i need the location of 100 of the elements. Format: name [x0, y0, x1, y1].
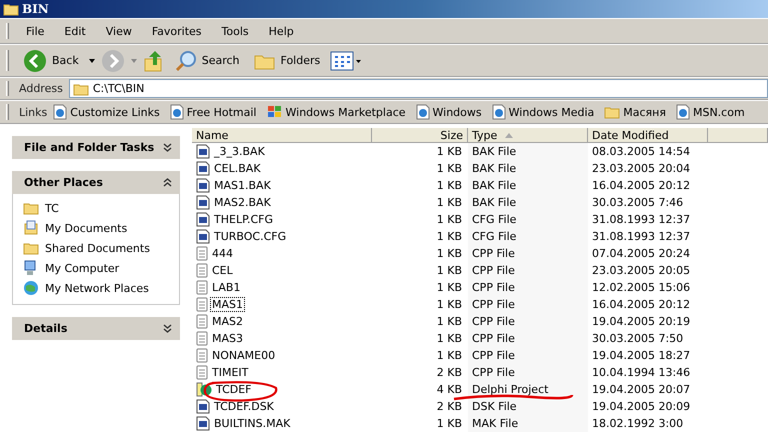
date-cell-text: 23.03.2005 20:04	[591, 161, 692, 177]
text-file-icon	[196, 263, 208, 278]
address-field[interactable]: C:\TC\BIN	[68, 79, 768, 98]
file-name[interactable]: THELP.CFG	[213, 213, 274, 226]
search-icon	[174, 50, 197, 72]
search-button[interactable]: Search	[170, 48, 244, 74]
menu-item[interactable]: File	[19, 22, 52, 40]
expand-icon[interactable]	[163, 143, 172, 152]
link-item[interactable]: Customize Links	[53, 104, 160, 120]
date-cell-text: 30.03.2005 7:50	[591, 331, 684, 347]
file-name[interactable]: CEL	[211, 264, 234, 277]
date-cell-text: 10.04.1994 13:46	[591, 365, 692, 381]
file-name[interactable]: _3_3.BAK	[213, 145, 266, 158]
column-header[interactable]: Date Modified	[588, 128, 708, 142]
menu-item[interactable]: Tools	[214, 22, 256, 40]
file-name[interactable]: CEL.BAK	[213, 162, 262, 175]
text-file-icon	[196, 280, 208, 295]
back-button[interactable]: Back	[19, 46, 83, 74]
place-link[interactable]: Shared Documents	[23, 240, 169, 256]
size-cell-text: 1 KB	[436, 161, 463, 177]
program-file-icon	[196, 161, 210, 176]
documents-icon	[23, 220, 39, 236]
file-name[interactable]: TIMEIT	[211, 366, 250, 379]
file-name[interactable]: MAS3	[211, 332, 244, 345]
size-cell-text: 1 KB	[436, 178, 463, 194]
address-label: Address	[19, 82, 63, 95]
folder-icon	[23, 201, 39, 215]
text-file-icon	[196, 365, 208, 380]
date-cell-text: 16.04.2005 20:12	[591, 178, 692, 194]
column-header[interactable]: Type	[468, 128, 588, 142]
menu-item[interactable]: Edit	[57, 22, 93, 40]
program-file-icon	[196, 399, 210, 414]
date-cell-text: 16.04.2005 20:12	[591, 297, 692, 313]
type-cell: CPP File	[468, 364, 588, 381]
file-name[interactable]: TURBOC.CFG	[213, 230, 288, 243]
link-item[interactable]: Windows Marketplace	[266, 105, 406, 119]
size-cell-text: 1 KB	[436, 297, 463, 313]
web-page-icon	[416, 104, 430, 120]
size-cell-text: 1 KB	[436, 314, 463, 330]
size-cell-text: 1 KB	[436, 416, 463, 432]
file-name[interactable]: BUILTINS.MAK	[213, 417, 292, 430]
file-name[interactable]: TCDEF	[215, 383, 253, 396]
web-page-icon	[170, 104, 184, 120]
size-cell-text: 1 KB	[436, 348, 463, 364]
size-cell-text: 1 KB	[436, 280, 463, 296]
file-name[interactable]: NONAME00	[211, 349, 276, 362]
globe-file-icon	[196, 382, 212, 397]
menu-item[interactable]: View	[98, 22, 139, 40]
menu-item[interactable]: Favorites	[144, 22, 209, 40]
file-name[interactable]: 444	[211, 247, 234, 260]
link-item[interactable]: MSN.com	[676, 104, 745, 120]
link-item[interactable]: Windows Media	[492, 104, 594, 120]
date-cell-text: 19.04.2005 20:19	[591, 314, 692, 330]
panel-header[interactable]: Other Places	[12, 171, 180, 194]
place-link[interactable]: TC	[23, 200, 169, 216]
program-file-icon	[196, 144, 210, 159]
collapse-icon[interactable]	[163, 178, 172, 187]
file-name[interactable]: MAS2.BAK	[213, 196, 272, 209]
network-icon	[23, 280, 39, 296]
text-file-icon	[196, 348, 208, 363]
text-file-icon	[196, 314, 208, 329]
place-link[interactable]: My Computer	[23, 260, 169, 276]
column-header[interactable]: Size	[372, 128, 468, 142]
link-item[interactable]: Free Hotmail	[170, 104, 256, 120]
type-cell: Delphi Project	[468, 381, 588, 398]
type-cell: CFG File	[468, 228, 588, 245]
panel-header[interactable]: Details	[12, 317, 180, 340]
type-cell: CPP File	[468, 330, 588, 347]
link-item[interactable]: Масяня	[604, 105, 666, 119]
date-cell-text: 19.04.2005 20:09	[591, 399, 692, 415]
sort-arrow-icon	[505, 132, 514, 138]
date-cell-text: 08.03.2005 14:54	[591, 144, 692, 160]
type-cell: BAK File	[468, 143, 588, 160]
views-icon[interactable]	[330, 50, 362, 72]
size-cell-text: 1 KB	[436, 144, 463, 160]
place-link[interactable]: My Documents	[23, 220, 169, 236]
size-cell-text: 1 KB	[436, 229, 463, 245]
panel-title: Details	[24, 322, 68, 335]
dropdown-caret-icon[interactable]	[88, 58, 95, 62]
type-cell: DSK File	[468, 398, 588, 415]
program-file-icon	[196, 212, 210, 227]
type-cell: CPP File	[468, 313, 588, 330]
web-page-icon	[492, 104, 506, 120]
file-name[interactable]: LAB1	[211, 281, 242, 294]
folder-icon	[23, 241, 39, 255]
panel-header[interactable]: File and Folder Tasks	[12, 136, 180, 159]
file-name[interactable]: TCDEF.DSK	[213, 400, 275, 413]
file-name[interactable]: MAS1.BAK	[213, 179, 272, 192]
expand-icon[interactable]	[163, 324, 172, 333]
folders-button[interactable]: Folders	[250, 48, 324, 72]
file-name[interactable]: MAS2	[211, 315, 244, 328]
program-file-icon	[196, 178, 210, 193]
type-cell: CPP File	[468, 279, 588, 296]
menu-item[interactable]: Help	[262, 22, 301, 40]
column-header[interactable]: Name	[192, 128, 372, 142]
link-item[interactable]: Windows	[416, 104, 482, 120]
file-name[interactable]: MAS1	[211, 298, 244, 311]
place-link[interactable]: My Network Places	[23, 280, 169, 296]
size-cell-text: 2 KB	[436, 399, 463, 415]
folder-icon	[3, 2, 19, 16]
